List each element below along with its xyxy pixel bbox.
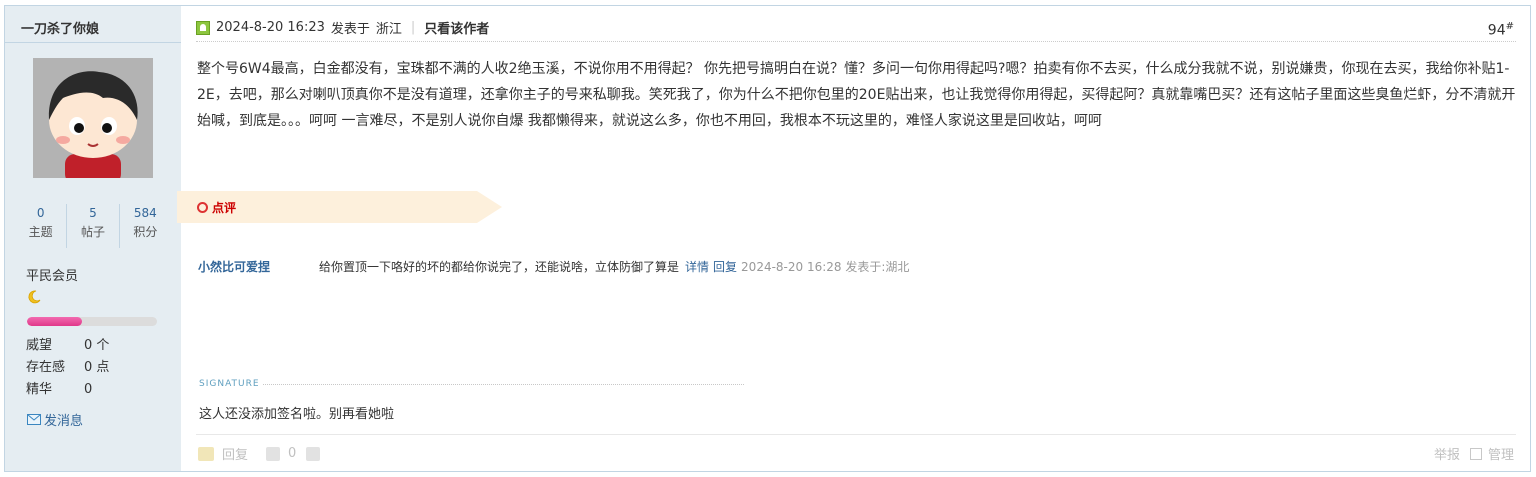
online-status-icon [196, 20, 210, 35]
author-info: 威望 0 个 存在感 0 点 精华 0 [26, 335, 109, 401]
info-value: 0 点 [84, 360, 110, 375]
send-message-label[interactable]: 发消息 [44, 410, 83, 429]
footer-divider [196, 434, 1516, 435]
dianping-header: 点评 [177, 191, 502, 223]
dianping-comment: 小然比可爱捏 给你置顶一下咯好的坏的都给你说完了，还能说啥，立体防御了算是 详情… [198, 258, 1098, 275]
send-message-link[interactable]: 发消息 [27, 410, 83, 429]
post-date: 2024-8-20 16:23 [216, 20, 325, 35]
stat-threads-value[interactable]: 0 [15, 204, 66, 222]
envelope-icon [27, 414, 41, 425]
author-name[interactable]: 一刀杀了你娘 [5, 6, 181, 43]
comment-user[interactable]: 小然比可爱捏 [198, 258, 319, 275]
stat-posts-value[interactable]: 5 [67, 204, 118, 222]
signature-title: SIGNATURE [199, 379, 260, 389]
reply-button[interactable]: 回复 [222, 444, 248, 463]
posted-at-prefix: 发表于 [330, 22, 370, 37]
author-stats: 0 主题 5 帖子 584 积分 [15, 204, 171, 248]
stat-threads[interactable]: 0 主题 [15, 204, 68, 248]
comment-detail-link[interactable]: 详情 [685, 258, 709, 275]
moon-icon [26, 289, 42, 305]
info-row-presence: 存在感 0 点 [26, 357, 109, 379]
signature-header: SIGNATURE [199, 379, 744, 389]
stat-points-value[interactable]: 584 [120, 204, 171, 222]
info-value: 0 个 [84, 338, 110, 353]
avatar[interactable] [33, 58, 153, 178]
stat-threads-label: 主题 [28, 225, 53, 239]
floor-mark: # [1505, 21, 1514, 32]
meta-divider-line [196, 41, 1516, 42]
floor-value[interactable]: 94 [1488, 23, 1506, 39]
like-count: 0 [288, 446, 297, 461]
post-actions: 回复 0 [198, 444, 321, 463]
signature-text: 这人还没添加签名啦。别再看她啦 [199, 407, 395, 422]
info-row-prestige: 威望 0 个 [26, 335, 109, 357]
level-progress-fill [27, 317, 82, 326]
reply-icon [198, 446, 214, 461]
author-sidebar: 一刀杀了你娘 0 主题 5 帖子 584 积分 平民会员 威望 0 个 存在感 … [5, 6, 181, 471]
comment-time: 2024-8-20 16:28 发表于:湖北 [741, 260, 910, 274]
floor-number[interactable]: 94# [1488, 21, 1514, 39]
signature-dotted-line [262, 384, 744, 385]
info-label: 精华 [26, 382, 53, 397]
author-only-link[interactable]: 只看该作者 [424, 18, 489, 37]
stat-posts[interactable]: 5 帖子 [67, 204, 120, 248]
thumbs-down-icon[interactable] [306, 446, 321, 461]
info-label: 威望 [26, 338, 53, 353]
post-container: 一刀杀了你娘 0 主题 5 帖子 584 积分 平民会员 威望 0 个 存在感 … [4, 5, 1531, 472]
comment-text: 给你置顶一下咯好的坏的都给你说完了，还能说啥，立体防御了算是 [319, 260, 680, 274]
comment-reply-link[interactable]: 回复 [713, 258, 737, 275]
dianping-label-text: 点评 [212, 201, 237, 215]
post-location: 浙江 [375, 22, 402, 37]
stat-points[interactable]: 584 积分 [120, 204, 171, 248]
stat-posts-label: 帖子 [80, 225, 105, 239]
report-button[interactable]: 举报 [1434, 444, 1460, 463]
avatar-image [33, 58, 153, 178]
post-main: 2024-8-20 16:23 发表于 浙江 | 只看该作者 94# 整个号6W… [177, 6, 1530, 471]
dianping-label: 点评 [197, 199, 236, 216]
dianping-circle-icon [197, 202, 208, 213]
thumbs-up-icon[interactable] [266, 446, 281, 461]
meta-divider: | [410, 20, 416, 35]
level-progress-bar [27, 317, 157, 326]
user-group[interactable]: 平民会员 [26, 265, 78, 284]
stat-points-label: 积分 [133, 225, 158, 239]
info-label: 存在感 [26, 360, 66, 375]
post-meta: 2024-8-20 16:23 发表于 浙江 | 只看该作者 [196, 18, 489, 37]
post-admin-actions: 举报 管理 [1434, 444, 1514, 463]
info-row-digest: 精华 0 [26, 379, 109, 401]
post-content: 整个号6W4最高，白金都没有，宝珠都不满的人收2绝玉溪，不说你用不用得起？ 你先… [197, 61, 1516, 129]
manage-button[interactable]: 管理 [1488, 444, 1514, 463]
info-value: 0 [84, 382, 93, 397]
manage-checkbox[interactable] [1469, 447, 1482, 460]
